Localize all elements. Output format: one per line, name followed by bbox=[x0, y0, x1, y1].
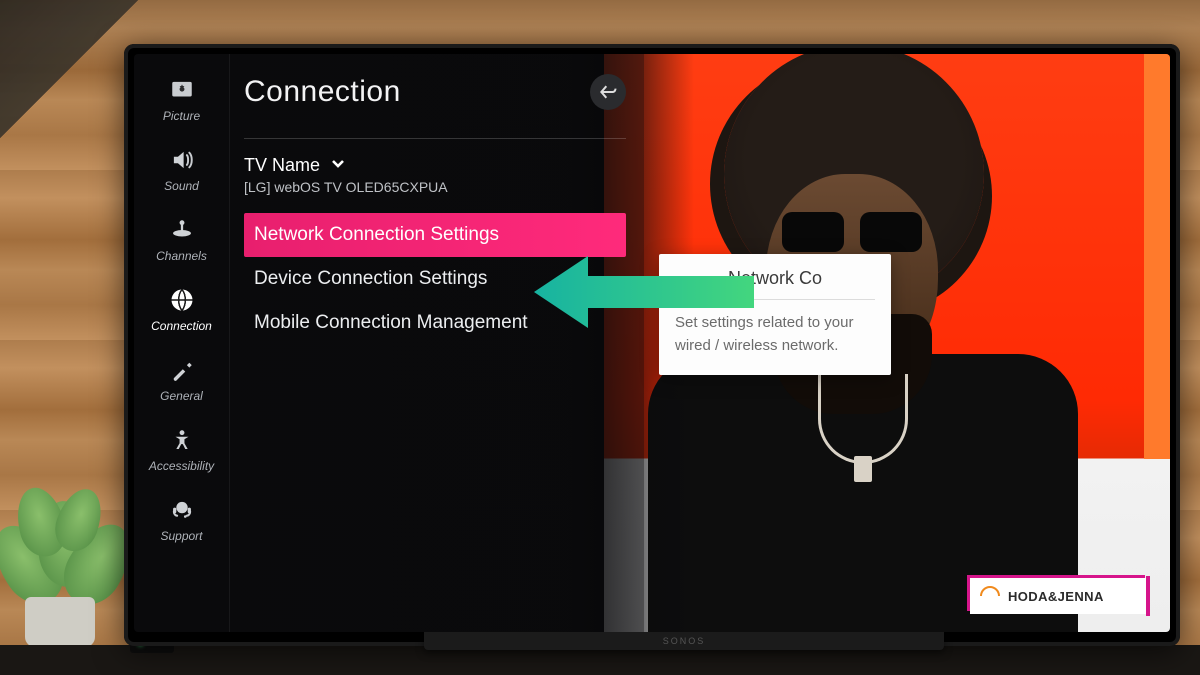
rail-label: Accessibility bbox=[149, 459, 214, 473]
tooltip-title: Network Co bbox=[675, 268, 875, 289]
settings-overlay: Picture Sound Channels bbox=[134, 54, 644, 632]
separator bbox=[244, 138, 626, 139]
broadcast-logo-text: HODA&JENNA bbox=[1008, 589, 1104, 604]
rail-item-accessibility[interactable]: Accessibility bbox=[142, 416, 222, 480]
menu-item-device[interactable]: Device Connection Settings bbox=[244, 257, 626, 301]
picture-icon bbox=[165, 75, 199, 105]
support-icon bbox=[165, 495, 199, 525]
rail-item-picture[interactable]: Picture bbox=[142, 66, 222, 130]
back-button[interactable] bbox=[590, 74, 626, 110]
tv-frame: SONOS HODA&JENNA bbox=[124, 44, 1180, 646]
settings-panel: Connection TV Name [LG] webOS TV OLED65C… bbox=[230, 54, 644, 632]
connection-icon bbox=[165, 285, 199, 315]
tv-name-value: [LG] webOS TV OLED65CXPUA bbox=[244, 179, 626, 195]
channels-icon bbox=[165, 215, 199, 245]
sound-icon bbox=[165, 145, 199, 175]
rail-item-sound[interactable]: Sound bbox=[142, 136, 222, 200]
rail-item-channels[interactable]: Channels bbox=[142, 206, 222, 270]
accessibility-icon bbox=[165, 425, 199, 455]
plant bbox=[0, 477, 140, 647]
rail-label: Picture bbox=[163, 109, 200, 123]
soundbar-brand: SONOS bbox=[663, 636, 706, 646]
connection-menu: Network Connection Settings Device Conne… bbox=[244, 213, 626, 345]
tooltip-card: Network Co Set settings related to your … bbox=[659, 254, 891, 375]
tooltip-body: Set settings related to your wired / wir… bbox=[675, 312, 875, 357]
chevron-down-icon bbox=[330, 155, 346, 176]
sunrise-icon bbox=[980, 586, 1000, 606]
rail-label: General bbox=[160, 389, 203, 403]
rail-label: Sound bbox=[164, 179, 199, 193]
menu-item-network[interactable]: Network Connection Settings bbox=[244, 213, 626, 257]
rail-label: Connection bbox=[151, 319, 212, 333]
rail-label: Channels bbox=[156, 249, 207, 263]
broadcast-logo: HODA&JENNA bbox=[970, 578, 1148, 614]
rail-label: Support bbox=[160, 529, 202, 543]
tv-screen: HODA&JENNA Picture Sound bbox=[134, 54, 1170, 632]
menu-item-mobile[interactable]: Mobile Connection Management bbox=[244, 301, 626, 345]
page-title: Connection bbox=[244, 75, 401, 109]
settings-rail: Picture Sound Channels bbox=[134, 54, 230, 632]
rail-item-general[interactable]: General bbox=[142, 346, 222, 410]
rail-item-support[interactable]: Support bbox=[142, 486, 222, 550]
rail-item-connection[interactable]: Connection bbox=[142, 276, 222, 340]
tv-name-label: TV Name bbox=[244, 155, 320, 176]
tv-name-row[interactable]: TV Name bbox=[244, 155, 626, 176]
general-icon bbox=[165, 355, 199, 385]
